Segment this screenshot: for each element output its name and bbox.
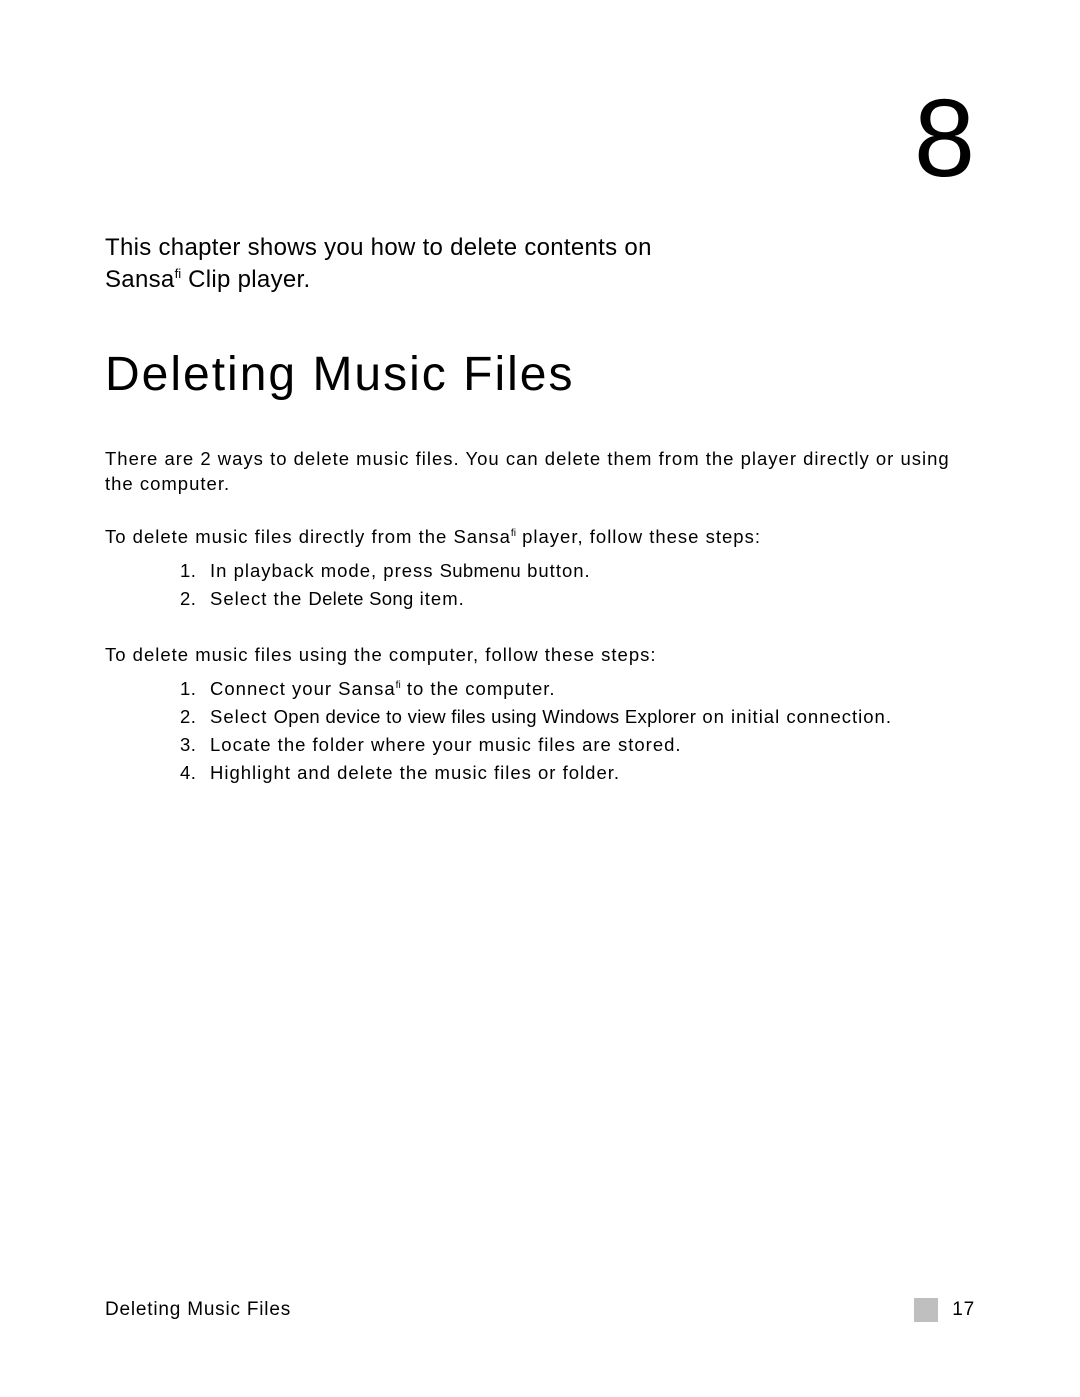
step-text: Locate the folder where your music files… xyxy=(210,734,682,755)
emphasized-text: Open device to view files using Windows … xyxy=(274,706,697,727)
paragraph-direct: To delete music files directly from the … xyxy=(105,525,975,550)
p2-text-a: To delete music files directly from the … xyxy=(105,526,511,547)
list-item: 1.Connect your Sansafi to the computer. xyxy=(180,676,975,702)
chapter-number: 8 xyxy=(105,75,975,202)
step-text: In playback mode, press xyxy=(210,560,440,581)
footer-right: 17 xyxy=(914,1298,975,1322)
step-text: on initial connection. xyxy=(696,706,892,727)
intro-line2b: Clip player. xyxy=(181,266,310,293)
step-number: 2. xyxy=(180,586,210,612)
step-content: Highlight and delete the music files or … xyxy=(210,760,975,786)
footer-block-icon xyxy=(914,1298,938,1322)
step-content: Locate the folder where your music files… xyxy=(210,732,975,758)
list-item: 3.Locate the folder where your music fil… xyxy=(180,732,975,758)
emphasized-text: Submenu xyxy=(440,560,521,581)
step-content: Select the Delete Song item. xyxy=(210,586,975,612)
step-number: 2. xyxy=(180,704,210,730)
paragraph-intro: There are 2 ways to delete music files. … xyxy=(105,447,975,497)
list-item: 2.Select Open device to view files using… xyxy=(180,704,975,730)
step-number: 1. xyxy=(180,558,210,584)
footer-section-title: Deleting Music Files xyxy=(105,1299,291,1321)
list-item: 1.In playback mode, press Submenu button… xyxy=(180,558,975,584)
step-content: Connect your Sansafi to the computer. xyxy=(210,676,975,702)
step-text: to the computer. xyxy=(401,678,556,699)
paragraph-computer: To delete music files using the computer… xyxy=(105,643,975,668)
emphasized-text: Delete Song xyxy=(308,588,413,609)
intro-line1: This chapter shows you how to delete con… xyxy=(105,234,652,261)
step-text: Select the xyxy=(210,588,308,609)
steps-direct-list: 1.In playback mode, press Submenu button… xyxy=(105,558,975,612)
step-text: button. xyxy=(521,560,591,581)
chapter-title: Deleting Music Files xyxy=(105,347,975,402)
list-item: 4.Highlight and delete the music files o… xyxy=(180,760,975,786)
step-number: 4. xyxy=(180,760,210,786)
step-content: In playback mode, press Submenu button. xyxy=(210,558,975,584)
page-number: 17 xyxy=(952,1299,975,1321)
step-text: Select xyxy=(210,706,274,727)
step-number: 1. xyxy=(180,676,210,702)
step-text: item. xyxy=(414,588,465,609)
step-number: 3. xyxy=(180,732,210,758)
step-text: Connect your Sansa xyxy=(210,678,396,699)
steps-computer-list: 1.Connect your Sansafi to the computer.2… xyxy=(105,676,975,786)
step-content: Select Open device to view files using W… xyxy=(210,704,975,730)
step-text: Highlight and delete the music files or … xyxy=(210,762,620,783)
intro-line2a: Sansa xyxy=(105,266,175,293)
list-item: 2.Select the Delete Song item. xyxy=(180,586,975,612)
page-footer: Deleting Music Files 17 xyxy=(105,1298,975,1322)
chapter-intro: This chapter shows you how to delete con… xyxy=(105,232,975,297)
p2-text-b: player, follow these steps: xyxy=(516,526,761,547)
